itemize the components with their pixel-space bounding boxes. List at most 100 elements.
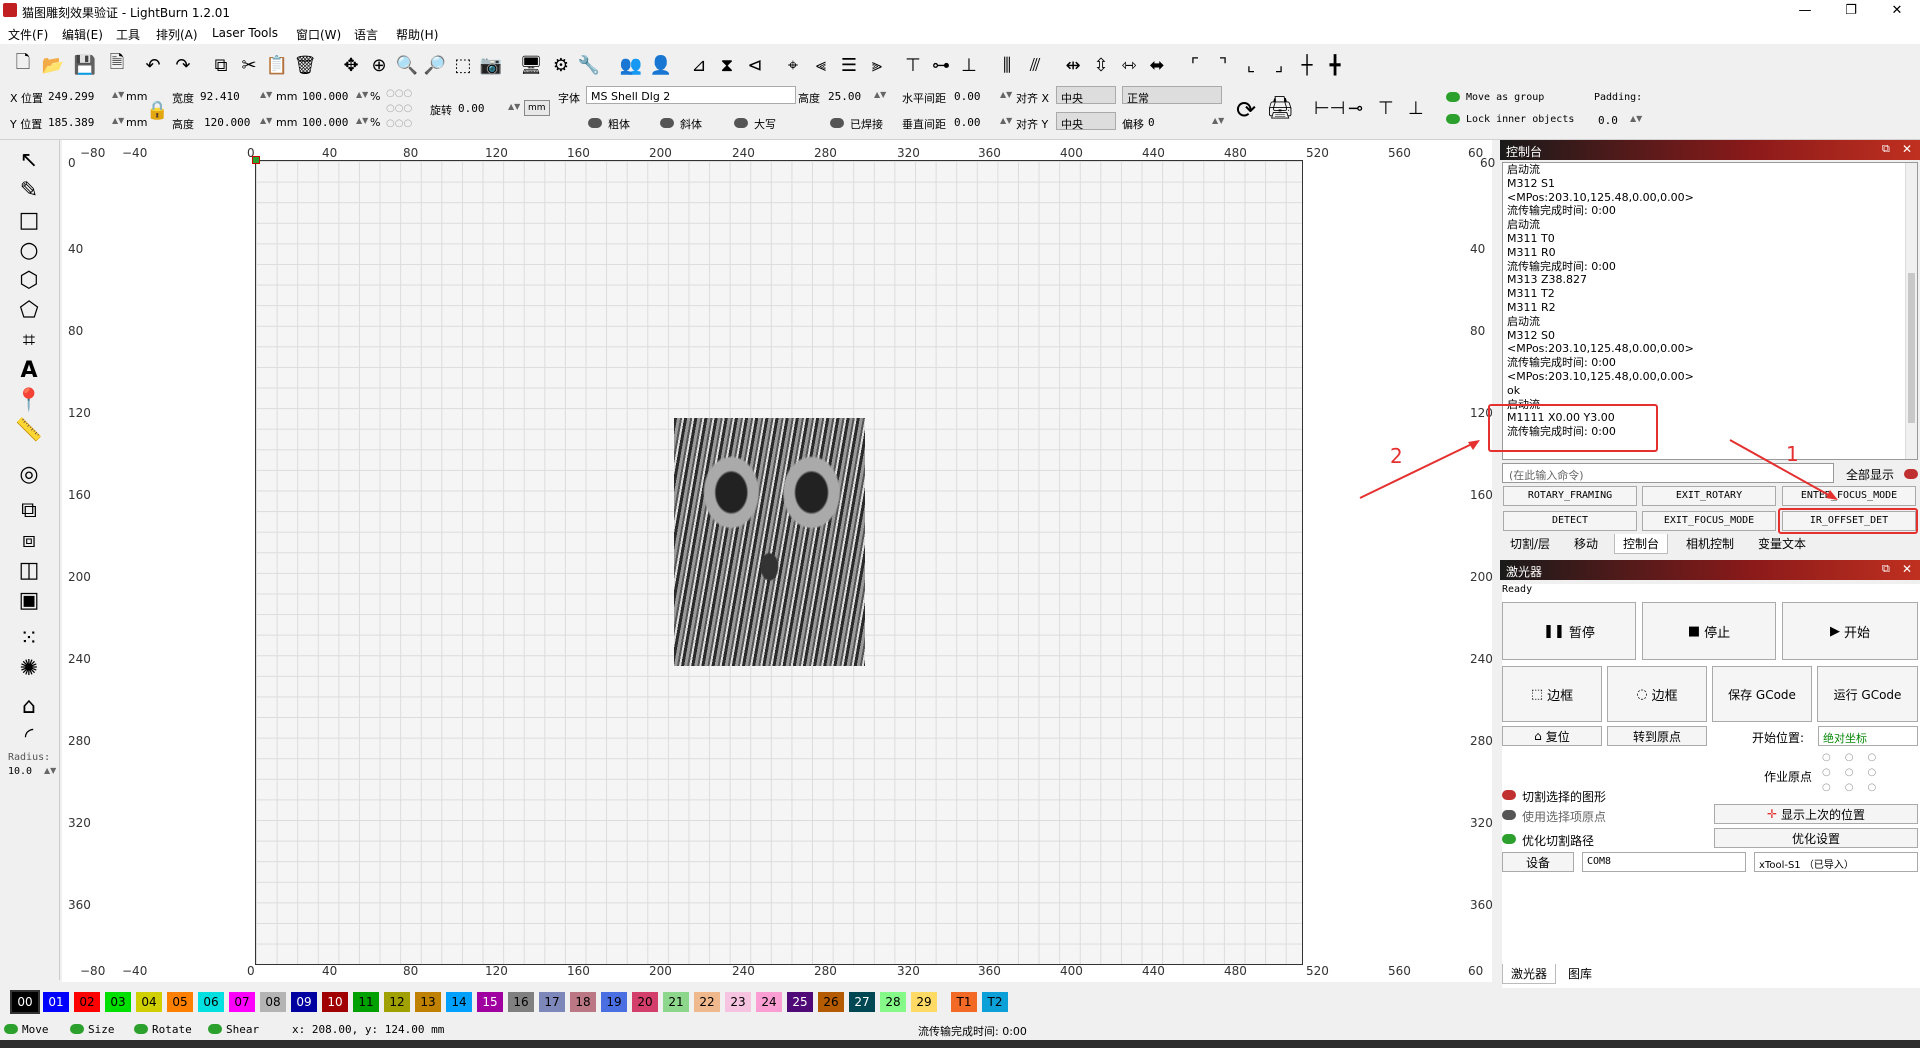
vspace-spin-icon[interactable]: ▲▼ <box>1000 116 1012 125</box>
dist-center-icon[interactable]: ⊸ <box>1348 98 1363 119</box>
center-page-icon[interactable]: ╋ <box>1322 52 1348 78</box>
layer-swatch-06[interactable]: 06 <box>198 992 224 1012</box>
layer-swatch-10[interactable]: 10 <box>322 992 348 1012</box>
radius-input[interactable]: 10.0 <box>8 766 32 777</box>
rotate-input[interactable]: 0.00 <box>458 102 485 115</box>
camera-icon[interactable]: 📷 <box>478 52 504 78</box>
tab-camera[interactable]: 相机控制 <box>1678 534 1742 554</box>
corner-radius-icon[interactable]: ◜ <box>14 722 44 750</box>
target-icon[interactable]: ⌖ <box>780 52 806 78</box>
offset-tool-icon[interactable]: ◎ <box>14 460 44 488</box>
padding-spin-icon[interactable]: ▲▼ <box>1630 114 1642 123</box>
bold-toggle[interactable] <box>588 118 602 128</box>
zoom-in-icon[interactable]: 🔍 <box>394 52 420 78</box>
frame-circle-button[interactable]: ◌ 边框 <box>1607 666 1707 722</box>
hspace-spin-icon[interactable]: ▲▼ <box>1000 90 1012 99</box>
font-height-spin-icon[interactable]: ▲▼ <box>874 90 886 99</box>
distribute-v-icon[interactable]: ⫻ <box>1022 52 1048 78</box>
menu-help[interactable]: 帮助(H) <box>396 26 438 43</box>
delete-icon[interactable]: 🗑 <box>292 52 318 78</box>
layer-swatch-01[interactable]: 01 <box>43 992 69 1012</box>
rotate-spin-icon[interactable]: ▲▼ <box>508 102 520 111</box>
devices-button[interactable]: 设备 <box>1502 852 1574 872</box>
save-icon[interactable]: 💾 <box>72 52 98 78</box>
device-select[interactable]: xTool-S1 （已导入） <box>1754 852 1918 872</box>
dist-bottom-icon[interactable]: ⊥ <box>1408 98 1424 119</box>
layer-swatch-09[interactable]: 09 <box>291 992 317 1012</box>
float-laser-icon[interactable]: ⧉ <box>1882 562 1890 576</box>
italic-toggle[interactable] <box>660 118 674 128</box>
start-button[interactable]: ▶ 开始 <box>1782 602 1918 660</box>
use-sel-origin-toggle[interactable] <box>1502 810 1516 820</box>
offset-spin-icon[interactable]: ▲▼ <box>1212 116 1224 125</box>
layer-swatch-11[interactable]: 11 <box>353 992 379 1012</box>
move-group-toggle[interactable] <box>1446 92 1460 102</box>
rotate-toggle[interactable] <box>134 1024 148 1034</box>
stop-button[interactable]: ■ 停止 <box>1642 602 1776 660</box>
x-pos-input[interactable]: 249.299 <box>48 90 108 103</box>
tab-move[interactable]: 移动 <box>1566 534 1606 554</box>
minimize-button[interactable]: — <box>1782 0 1828 22</box>
corner-bl-icon[interactable]: ⌞ <box>1238 52 1264 78</box>
zoom-select-icon[interactable]: ⬚ <box>450 52 476 78</box>
menu-window[interactable]: 窗口(W) <box>296 26 341 43</box>
save-gcode-button[interactable]: 保存 GCode <box>1712 666 1812 722</box>
caps-toggle[interactable] <box>734 118 748 128</box>
position-tool-icon[interactable]: 📍 <box>14 386 44 414</box>
layer-swatch-15[interactable]: 15 <box>477 992 503 1012</box>
cut-selected-toggle[interactable] <box>1502 790 1516 800</box>
redo-icon[interactable]: ↷ <box>170 52 196 78</box>
layer-swatch-29[interactable]: 29 <box>911 992 937 1012</box>
mm-toggle-button[interactable]: mm <box>524 100 550 116</box>
copy-icon[interactable]: ⧉ <box>208 52 234 78</box>
layer-swatch-26[interactable]: 26 <box>818 992 844 1012</box>
float-panel-icon[interactable]: ⧉ <box>1882 142 1890 156</box>
console-scrollbar[interactable] <box>1905 163 1917 459</box>
pen-tool-icon[interactable]: ✎ <box>14 176 44 204</box>
rectangle-tool-icon[interactable]: □ <box>14 206 44 234</box>
layer-swatch-27[interactable]: 27 <box>849 992 875 1012</box>
rotate-tool-icon[interactable]: ⊲ <box>742 52 768 78</box>
scale-w-input[interactable]: 100.000 <box>302 90 348 103</box>
measure-tool-icon[interactable]: 📏 <box>14 416 44 444</box>
layer-swatch-25[interactable]: 25 <box>787 992 813 1012</box>
close-panel-icon[interactable]: ✕ <box>1902 142 1912 156</box>
space-even-icon[interactable]: ⇿ <box>1116 52 1142 78</box>
align-x-select[interactable]: 中央 <box>1056 86 1116 105</box>
anchor-grid-icon[interactable]: ○○○ ○○○ ○○○ <box>386 86 428 134</box>
padding-input[interactable]: 0.0 <box>1598 114 1618 127</box>
layer-swatch-T1[interactable]: T1 <box>951 992 977 1012</box>
text-tool-icon[interactable]: A <box>14 356 44 384</box>
align-y-select[interactable]: 中央 <box>1056 112 1116 131</box>
printer-icon[interactable]: 🖨 <box>1266 96 1294 121</box>
tab-console[interactable]: 控制台 <box>1614 534 1669 554</box>
layer-swatch-19[interactable]: 19 <box>601 992 627 1012</box>
align-middle-icon[interactable]: ⊶ <box>928 52 954 78</box>
goto-origin-button[interactable]: 转到原点 <box>1607 726 1707 746</box>
zoom-out-icon[interactable]: 🔎 <box>422 52 448 78</box>
tools-icon[interactable]: 🔧 <box>576 52 602 78</box>
layer-swatch-21[interactable]: 21 <box>663 992 689 1012</box>
port-select[interactable]: COM8 <box>1582 852 1746 872</box>
center-icon[interactable]: ┼ <box>1294 52 1320 78</box>
layer-swatch-20[interactable]: 20 <box>632 992 658 1012</box>
layer-swatch-03[interactable]: 03 <box>105 992 131 1012</box>
settings-icon[interactable]: ⚙ <box>548 52 574 78</box>
import-icon[interactable]: 🗎 <box>104 52 130 78</box>
layer-swatch-24[interactable]: 24 <box>756 992 782 1012</box>
welded-toggle[interactable] <box>830 118 844 128</box>
layer-swatch-23[interactable]: 23 <box>725 992 751 1012</box>
tab-variable-text[interactable]: 变量文本 <box>1750 534 1814 554</box>
corner-tr-icon[interactable]: ⌝ <box>1210 52 1236 78</box>
align-left-icon[interactable]: ⫷ <box>808 52 834 78</box>
distribute-h-icon[interactable]: ⫼ <box>994 52 1020 78</box>
boolean-union-icon[interactable]: ⧉ <box>14 496 44 524</box>
tab-cuts-layers[interactable]: 切割/层 <box>1502 534 1558 554</box>
start-from-select[interactable]: 绝对坐标 <box>1818 726 1918 746</box>
optimization-settings-button[interactable]: 优化设置 <box>1714 828 1918 848</box>
height-input[interactable]: 120.000 <box>204 116 250 129</box>
y-spin-icon[interactable]: ▲▼ <box>112 116 124 125</box>
monitor-icon[interactable]: 🖥 <box>518 52 544 78</box>
grid-array-icon[interactable]: ⁙ <box>14 624 44 652</box>
layer-swatch-17[interactable]: 17 <box>539 992 565 1012</box>
